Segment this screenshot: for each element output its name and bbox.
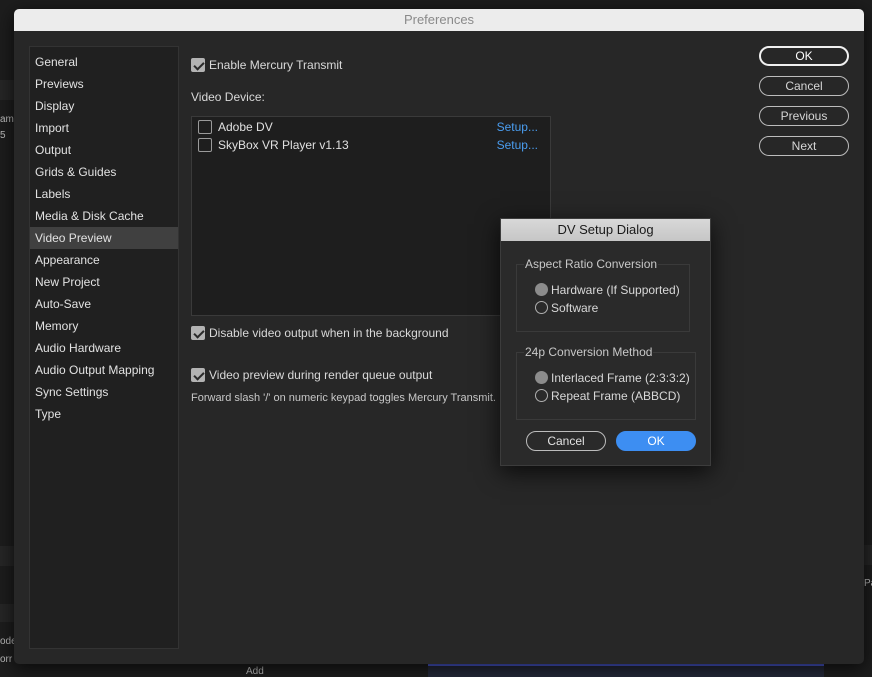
- previous-button[interactable]: Previous: [759, 106, 849, 126]
- render-queue-option[interactable]: Video preview during render queue output: [191, 367, 432, 382]
- radio-hardware-label: Hardware (If Supported): [551, 282, 680, 297]
- sidebar-item-audio-output-mapping[interactable]: Audio Output Mapping: [30, 359, 178, 381]
- enable-mercury-transmit-checkbox[interactable]: [191, 57, 205, 72]
- sidebar-item-type[interactable]: Type: [30, 403, 178, 425]
- sidebar-item-import[interactable]: Import: [30, 117, 178, 139]
- enable-mercury-transmit-option[interactable]: Enable Mercury Transmit: [191, 57, 342, 72]
- video-device-label: Video Device:: [191, 90, 265, 104]
- device-checkbox-adobe-dv[interactable]: [198, 120, 212, 134]
- sidebar-item-new-project[interactable]: New Project: [30, 271, 178, 293]
- preferences-sidebar: General Previews Display Import Output G…: [29, 46, 179, 649]
- sidebar-item-video-preview[interactable]: Video Preview: [30, 227, 178, 249]
- conversion-method-group-title: 24p Conversion Method: [524, 345, 654, 359]
- conversion-method-group: [516, 352, 696, 420]
- radio-repeat-frame[interactable]: Repeat Frame (ABBCD): [535, 388, 680, 403]
- bg-text: 5: [0, 130, 6, 141]
- sidebar-item-display[interactable]: Display: [30, 95, 178, 117]
- sidebar-item-previews[interactable]: Previews: [30, 73, 178, 95]
- device-checkbox-skybox[interactable]: [198, 138, 212, 152]
- sidebar-item-memory[interactable]: Memory: [30, 315, 178, 337]
- radio-software[interactable]: Software: [535, 300, 598, 315]
- sidebar-item-media-disk-cache[interactable]: Media & Disk Cache: [30, 205, 178, 227]
- render-queue-label: Video preview during render queue output: [209, 367, 433, 382]
- radio-software-button[interactable]: [535, 301, 548, 315]
- radio-interlaced[interactable]: Interlaced Frame (2:3:3:2): [535, 370, 690, 385]
- sidebar-item-appearance[interactable]: Appearance: [30, 249, 178, 271]
- radio-hardware[interactable]: Hardware (If Supported): [535, 282, 680, 297]
- bg-left-panel: [0, 604, 14, 622]
- device-setup-link[interactable]: Setup...: [497, 138, 538, 152]
- sidebar-item-audio-hardware[interactable]: Audio Hardware: [30, 337, 178, 359]
- radio-interlaced-label: Interlaced Frame (2:3:3:2): [551, 370, 690, 385]
- radio-hardware-button[interactable]: [535, 283, 548, 297]
- device-name: SkyBox VR Player v1.13: [218, 138, 349, 152]
- window-title: Preferences: [14, 9, 864, 31]
- aspect-ratio-group-title: Aspect Ratio Conversion: [524, 257, 659, 271]
- sidebar-item-grids-guides[interactable]: Grids & Guides: [30, 161, 178, 183]
- bg-left-panel: [0, 80, 14, 100]
- dv-cancel-button[interactable]: Cancel: [526, 431, 606, 451]
- disable-background-checkbox[interactable]: [191, 325, 205, 340]
- device-row-skybox[interactable]: SkyBox VR Player v1.13 Setup...: [198, 137, 546, 155]
- sidebar-item-general[interactable]: General: [30, 51, 178, 73]
- video-device-list: Adobe DV Setup... SkyBox VR Player v1.13…: [191, 116, 551, 316]
- preferences-window: Preferences General Previews Display Imp…: [14, 9, 864, 664]
- radio-interlaced-button[interactable]: [535, 371, 548, 385]
- ok-button[interactable]: OK: [759, 46, 849, 66]
- sidebar-item-sync-settings[interactable]: Sync Settings: [30, 381, 178, 403]
- device-setup-link[interactable]: Setup...: [497, 120, 538, 134]
- device-row-adobe-dv[interactable]: Adobe DV Setup...: [198, 119, 546, 137]
- dv-setup-dialog: DV Setup Dialog Aspect Ratio Conversion …: [500, 218, 711, 466]
- next-button[interactable]: Next: [759, 136, 849, 156]
- radio-repeat-frame-label: Repeat Frame (ABBCD): [551, 388, 681, 403]
- bg-text: orr: [0, 654, 13, 665]
- sidebar-item-labels[interactable]: Labels: [30, 183, 178, 205]
- mercury-hint-text: Forward slash '/' on numeric keypad togg…: [191, 392, 496, 404]
- radio-repeat-frame-button[interactable]: [535, 389, 548, 403]
- sidebar-item-output[interactable]: Output: [30, 139, 178, 161]
- dv-ok-button[interactable]: OK: [616, 431, 696, 451]
- device-name: Adobe DV: [218, 120, 273, 134]
- dv-dialog-title: DV Setup Dialog: [501, 219, 710, 241]
- bg-text: Pa: [864, 578, 872, 589]
- bg-right-panel: [864, 545, 872, 565]
- disable-background-option[interactable]: Disable video output when in the backgro…: [191, 325, 449, 340]
- render-queue-checkbox[interactable]: [191, 367, 205, 382]
- bg-text: Add: [246, 666, 264, 677]
- bg-timeline: [428, 664, 824, 677]
- enable-mercury-transmit-label: Enable Mercury Transmit: [209, 57, 343, 72]
- sidebar-item-auto-save[interactable]: Auto-Save: [30, 293, 178, 315]
- cancel-button[interactable]: Cancel: [759, 76, 849, 96]
- radio-software-label: Software: [551, 300, 599, 315]
- disable-background-label: Disable video output when in the backgro…: [209, 325, 449, 340]
- bg-left-panel: [0, 546, 14, 566]
- aspect-ratio-group: [516, 264, 690, 332]
